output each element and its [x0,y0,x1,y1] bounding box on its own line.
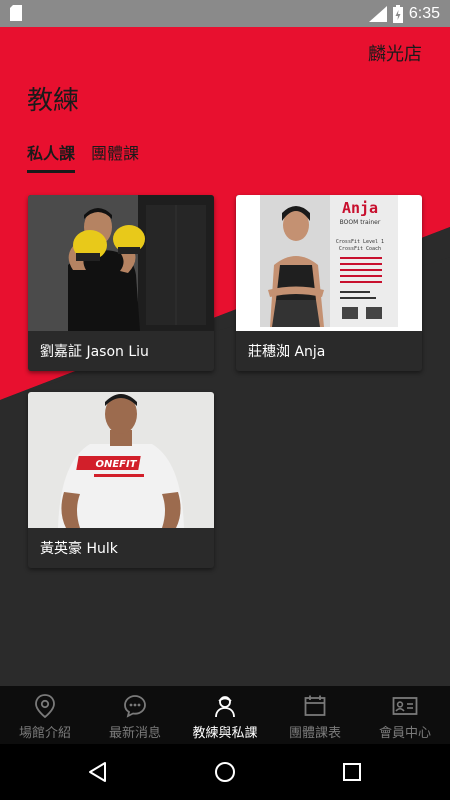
page-title: 教練 [27,86,80,116]
tab-private[interactable]: 私人課 [27,140,76,173]
coach-name: 劉嘉証 Jason Liu [40,344,149,360]
nav-label: 場館介紹 [18,726,71,741]
nav-member[interactable]: 會員中心 [360,686,450,744]
signal-icon [368,5,387,22]
nav-news[interactable]: 最新消息 [90,686,180,744]
home-icon[interactable] [213,760,237,784]
nav-schedule[interactable]: 團體課表 [270,686,360,744]
store-name[interactable]: 麟光店 [368,40,422,66]
back-icon[interactable] [86,760,110,784]
system-navigation-bar [0,744,450,800]
member-card-icon [392,697,418,715]
tab-group[interactable]: 團體課 [91,140,139,173]
poster-line-1: CrossFit Level 1 [336,239,384,245]
coach-card-hulk[interactable]: ONEFIT 黃英豪 Hulk [28,392,214,568]
location-pin-icon [35,694,55,718]
poster-name: Anja [342,199,378,217]
coach-photo-jason [28,195,214,331]
sd-card-icon [10,5,22,21]
coach-name: 黃英豪 Hulk [40,541,118,557]
bottom-navigation: 場館介紹 最新消息 教練與私課 團體課表 會員中心 [0,686,450,744]
course-tabs: 私人課 團體課 [27,140,139,173]
status-time: 6:35 [408,4,440,22]
shirt-brand: ONEFIT [95,459,137,470]
nav-label: 團體課表 [288,726,341,741]
coach-card-jason[interactable]: 劉嘉証 Jason Liu [28,195,214,371]
nav-label: 最新消息 [108,726,161,741]
nav-label: 教練與私課 [192,726,258,741]
coach-icon [215,696,235,718]
recents-icon[interactable] [340,760,364,784]
chat-bubble-icon [124,695,146,718]
status-bar: 6:35 [0,0,450,27]
coach-name: 莊穗洳 Anja [248,344,326,360]
coach-card-anja[interactable]: Anja BOOM trainer CrossFit Level 1 Cross… [236,195,422,371]
poster-subtitle: BOOM trainer [340,219,381,226]
nav-coaches[interactable]: 教練與私課 [180,686,270,744]
coach-photo-hulk: ONEFIT [28,392,214,528]
poster-line-2: CrossFit Coach [339,246,381,252]
battery-icon [392,4,403,23]
coach-photo-anja: Anja BOOM trainer CrossFit Level 1 Cross… [236,195,422,331]
nav-venue[interactable]: 場館介紹 [0,686,90,744]
nav-label: 會員中心 [378,726,431,741]
calendar-icon [304,695,326,716]
